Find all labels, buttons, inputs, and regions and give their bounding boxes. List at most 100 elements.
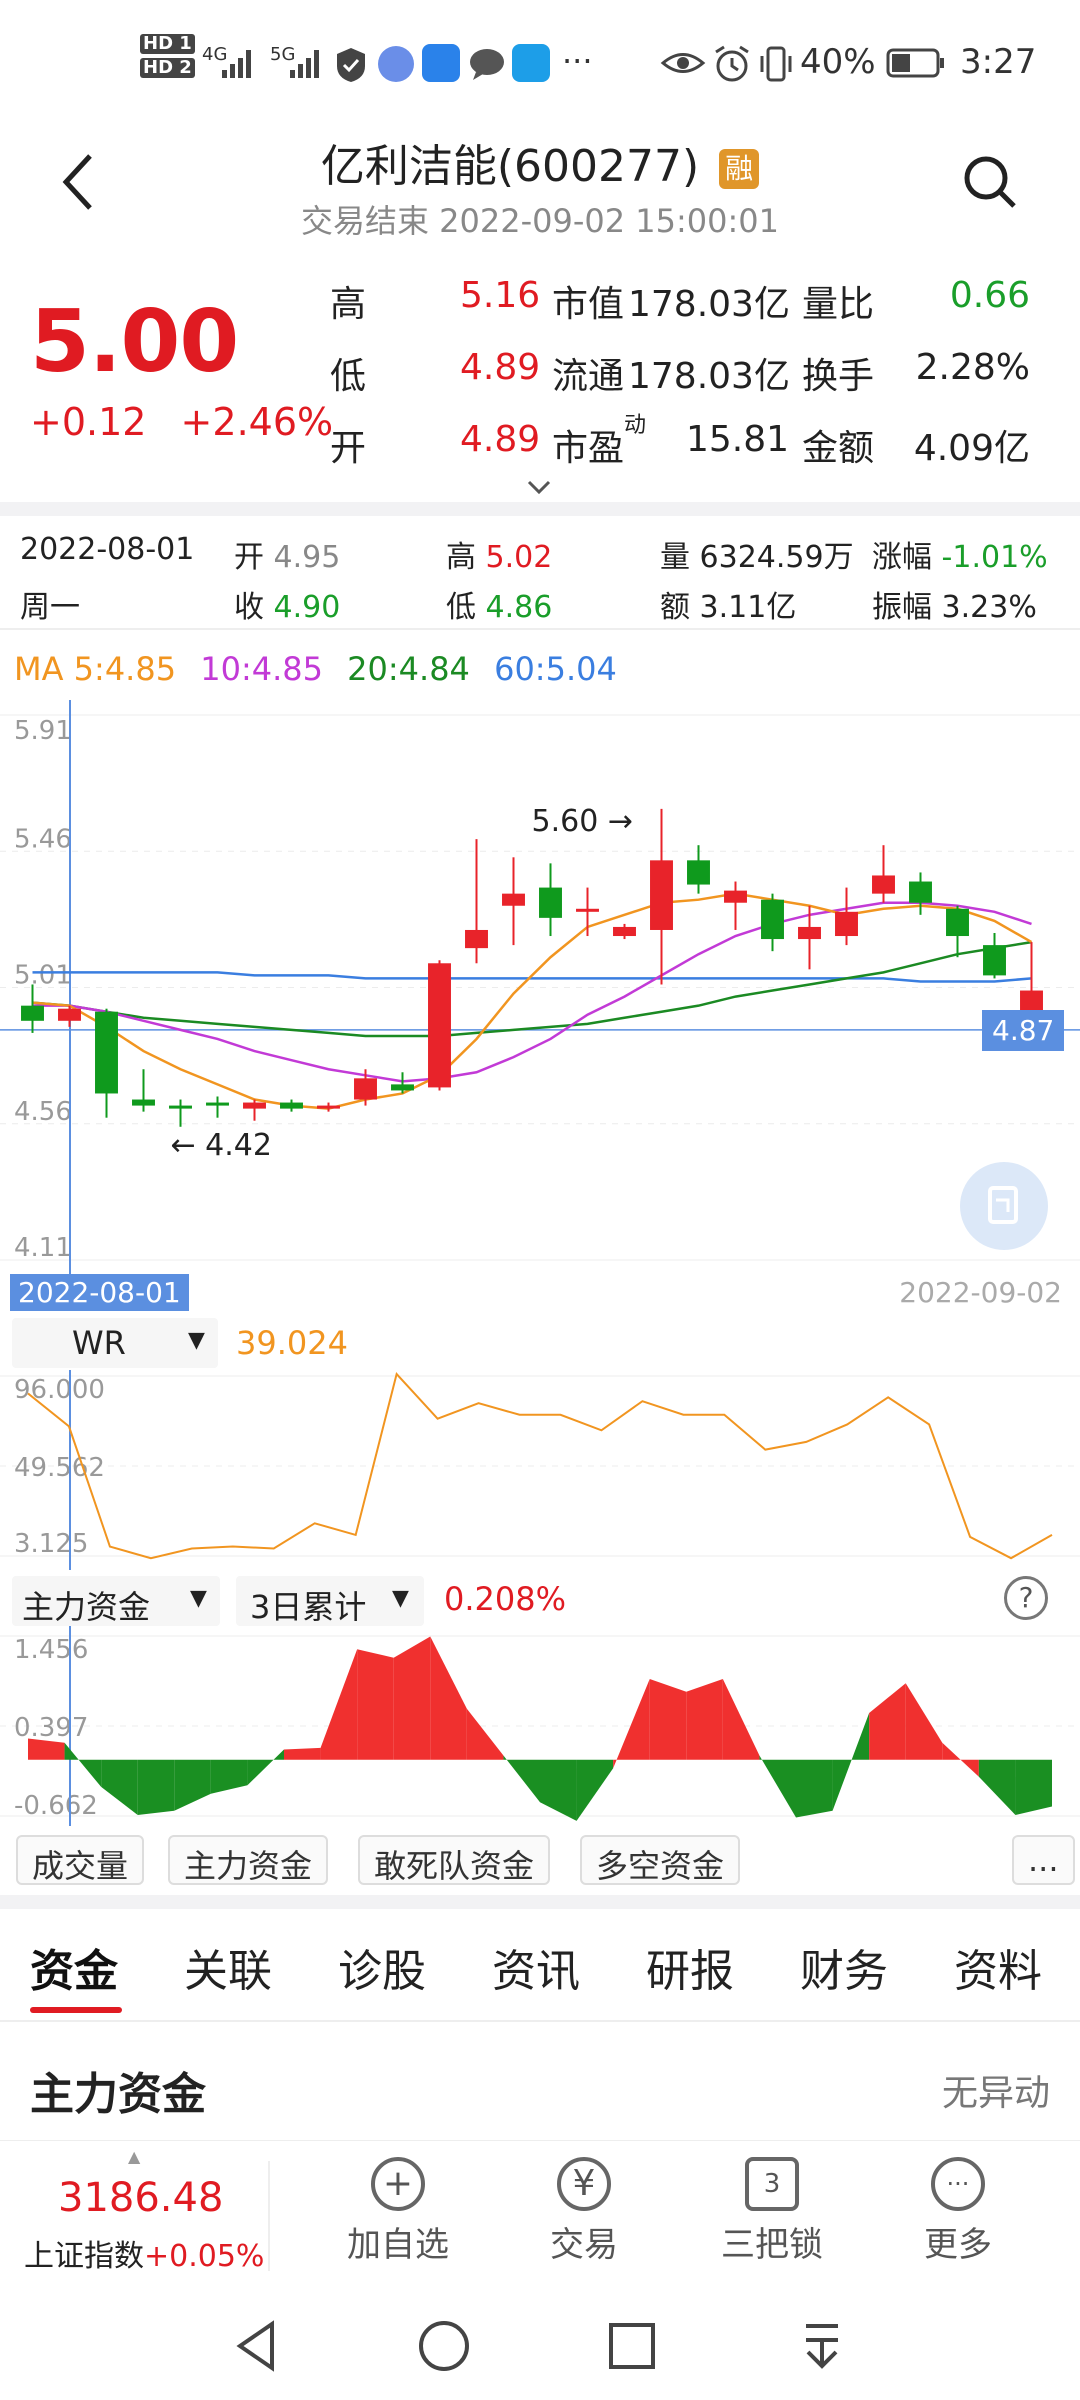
wr-value: 39.024 bbox=[236, 1324, 348, 1362]
candle-body bbox=[724, 890, 747, 903]
y-tick-label: -0.662 bbox=[14, 1791, 98, 1821]
ma20-value: 20:4.84 bbox=[347, 650, 470, 688]
y-tick-label: 5.46 bbox=[14, 824, 72, 854]
dropdown-arrow-icon: ▼ bbox=[190, 1586, 207, 1611]
index-ticker[interactable]: ▲ 3186.48 上证指数+0.05% bbox=[0, 2141, 268, 2291]
tab-news[interactable]: 资讯 bbox=[492, 1935, 580, 1999]
capital-flow-area bbox=[649, 1679, 687, 1760]
stat-value: 178.03亿 bbox=[628, 356, 790, 397]
nav-back-icon[interactable] bbox=[228, 2316, 288, 2376]
indicator-selector-capital[interactable]: 主力资金 ▼ bbox=[12, 1576, 220, 1626]
capital-flow-area bbox=[796, 1759, 833, 1818]
capital-value: 0.208% bbox=[444, 1580, 567, 1618]
stat-value: 178.03亿 bbox=[628, 284, 790, 325]
candle-body bbox=[428, 963, 451, 1088]
battery-percent: 40% bbox=[800, 42, 876, 82]
day-low-value: 4.86 bbox=[485, 590, 553, 625]
current-price: 5.00 bbox=[30, 292, 239, 392]
alarm-icon bbox=[715, 45, 749, 82]
nav-recents-icon[interactable] bbox=[602, 2316, 662, 2376]
capital-flow-area bbox=[686, 1679, 723, 1760]
rotate-screen-icon bbox=[988, 1186, 1018, 1224]
capital-flow-area bbox=[540, 1759, 577, 1821]
candle-body bbox=[132, 1099, 155, 1106]
candle-body bbox=[465, 929, 488, 949]
candle-body bbox=[798, 926, 821, 940]
candle-body bbox=[391, 1084, 414, 1091]
chip-main-capital[interactable]: 主力资金 bbox=[168, 1835, 329, 1885]
chip-more[interactable]: ... bbox=[1012, 1835, 1075, 1885]
indicator-name: WR bbox=[72, 1324, 126, 1362]
nav-home-icon[interactable] bbox=[414, 2316, 474, 2376]
index-change: +0.05% bbox=[144, 2239, 265, 2274]
search-app-icon bbox=[512, 44, 550, 82]
action-label: 交易 bbox=[550, 2225, 618, 2265]
indicator-selector-wr[interactable]: WR ▼ bbox=[12, 1318, 218, 1368]
add-watchlist-button[interactable]: + 加自选 bbox=[318, 2141, 478, 2266]
music-app-icon bbox=[378, 46, 414, 82]
candle-body bbox=[280, 1102, 303, 1109]
day-amount: 额 3.11亿 bbox=[660, 582, 796, 626]
day-open-label: 开 bbox=[234, 540, 264, 575]
stat-label: 低 bbox=[330, 356, 367, 397]
chip-long-short-capital[interactable]: 多空资金 bbox=[580, 1835, 741, 1885]
plus-circle-icon: + bbox=[371, 2157, 425, 2211]
day-close-label: 收 bbox=[234, 590, 264, 625]
capital-flow-chart[interactable]: 1.456 0.397 -0.662 bbox=[0, 1626, 1080, 1826]
more-button[interactable]: ··· 更多 bbox=[878, 2141, 1038, 2266]
y-tick-label: 1.456 bbox=[14, 1635, 88, 1665]
action-label: 更多 bbox=[924, 2225, 992, 2265]
stock-name: 亿利洁能(600277) bbox=[320, 141, 700, 192]
nav-notification-shade-icon[interactable] bbox=[792, 2316, 852, 2376]
candle-body bbox=[872, 875, 895, 894]
day-date: 2022-08-01 bbox=[20, 532, 195, 567]
candle-body bbox=[983, 945, 1006, 976]
fullscreen-button[interactable] bbox=[960, 1162, 1048, 1250]
divider bbox=[268, 2161, 270, 2271]
candle-body bbox=[317, 1105, 340, 1109]
capital-flow-area bbox=[576, 1759, 614, 1821]
capital-flow-area bbox=[284, 1747, 321, 1760]
expand-chevron-icon[interactable] bbox=[526, 478, 552, 496]
three-locks-button[interactable]: 3 三把锁 bbox=[692, 2141, 852, 2266]
tab-profile[interactable]: 资料 bbox=[954, 1935, 1042, 1999]
stat-label: 金额 bbox=[802, 428, 875, 469]
bottom-bar: ▲ 3186.48 上证指数+0.05% + 加自选 ¥ 交易 3 三把锁 ··… bbox=[0, 2140, 1080, 2290]
period-selector[interactable]: 3日累计 ▼ bbox=[236, 1576, 424, 1626]
tab-related[interactable]: 关联 bbox=[184, 1935, 272, 1999]
search-icon[interactable] bbox=[962, 154, 1018, 210]
chip-volume[interactable]: 成交量 bbox=[16, 1835, 145, 1885]
divider bbox=[0, 502, 1080, 516]
tab-finance[interactable]: 财务 bbox=[800, 1935, 888, 1999]
tab-diagnosis[interactable]: 诊股 bbox=[338, 1935, 426, 1999]
ma5-value: 5:4.85 bbox=[73, 650, 177, 688]
chat-bubble-icon bbox=[470, 49, 504, 80]
candlestick-chart[interactable]: 5.91 5.46 5.01 4.56 4.11 5.60 → ← 4.42 bbox=[0, 700, 1080, 1280]
day-high-label: 高 bbox=[446, 540, 476, 575]
day-low-label: 低 bbox=[446, 590, 476, 625]
wr-chart[interactable]: 96.000 49.562 3.125 bbox=[0, 1370, 1080, 1570]
candle-body bbox=[539, 887, 562, 918]
tab-research[interactable]: 研报 bbox=[646, 1935, 734, 1999]
trade-button[interactable]: ¥ 交易 bbox=[504, 2141, 664, 2266]
candle-body bbox=[613, 926, 636, 937]
ma10-value: 10:4.85 bbox=[200, 650, 323, 688]
action-label: 三把锁 bbox=[721, 2225, 823, 2265]
candle-body bbox=[21, 1005, 44, 1021]
battery-icon bbox=[886, 48, 944, 78]
y-tick-label: 5.91 bbox=[14, 716, 72, 746]
stock-title: 亿利洁能(600277) 融 bbox=[0, 130, 1080, 194]
help-icon[interactable]: ? bbox=[1004, 1576, 1048, 1620]
yuan-exchange-icon: ¥ bbox=[557, 2157, 611, 2211]
tab-capital[interactable]: 资金 bbox=[30, 1935, 118, 1999]
index-name: 上证指数 bbox=[24, 2239, 144, 2274]
capital-flow-area bbox=[832, 1712, 870, 1811]
chip-dare-capital[interactable]: 敢死队资金 bbox=[358, 1835, 551, 1885]
day-high-value: 5.02 bbox=[485, 540, 553, 575]
dropdown-arrow-icon: ▼ bbox=[188, 1328, 205, 1353]
more-dots-icon: ··· bbox=[931, 2157, 985, 2211]
quote-row: 高 5.16 市值 178.03亿 量比 0.66 bbox=[330, 275, 1060, 347]
day-open-value: 4.95 bbox=[273, 540, 341, 575]
capital-flow-area bbox=[357, 1649, 394, 1760]
stat-label: 高 bbox=[330, 284, 367, 325]
